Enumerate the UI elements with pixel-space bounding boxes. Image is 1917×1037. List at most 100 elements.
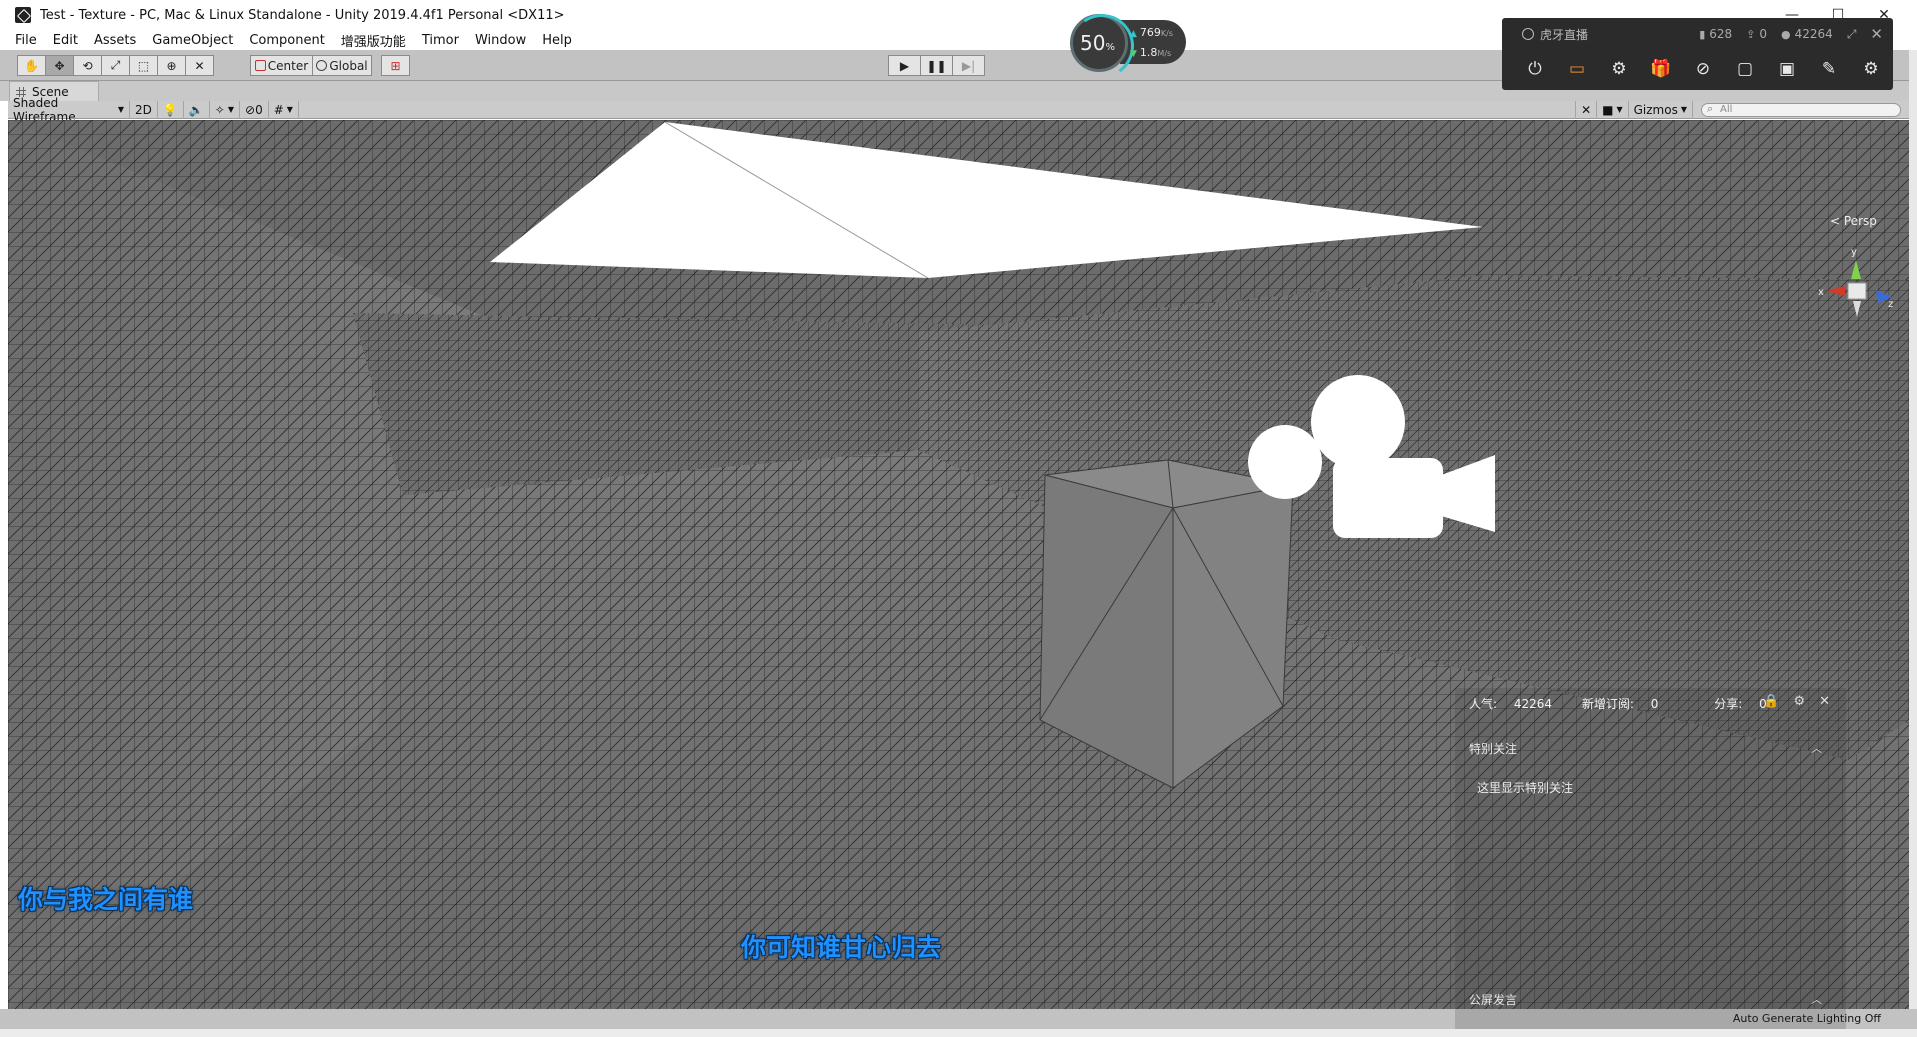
toggle-2d-button[interactable]: 2D: [130, 100, 158, 119]
scene-toolbar-right: ✕ ■▼ Gizmos▼ All: [1575, 100, 1909, 119]
huya-brand-label: 虎牙直播: [1540, 27, 1589, 42]
subscriptions-stat: 新增订阅: 0: [1582, 697, 1672, 711]
gizmos-dropdown[interactable]: Gizmos ▼: [1629, 100, 1693, 119]
draw-mode-dropdown[interactable]: Shaded Wireframe ▼: [8, 96, 130, 124]
screen-settings-icon[interactable]: ⚙: [1598, 54, 1640, 84]
eye-off-icon: ⊘: [245, 102, 256, 117]
huya-stat-share: ⇪ 0: [1746, 27, 1767, 41]
share-label: 分享:: [1714, 697, 1743, 711]
grid-toggle-icon[interactable]: # ▼: [269, 100, 299, 119]
user-icon: ●: [1781, 27, 1791, 41]
right-scrollbar[interactable]: [1909, 50, 1917, 1009]
record-icon[interactable]: ▣: [1766, 54, 1808, 84]
pivot-global-button[interactable]: Global: [312, 55, 372, 76]
step-button[interactable]: ▶|: [952, 55, 985, 76]
upload-arrow-icon: ▲: [1130, 29, 1137, 39]
menu-timor[interactable]: Timor: [414, 33, 467, 48]
popularity-stat: 人气: 42264: [1469, 697, 1565, 711]
gizmos-label: Gizmos: [1633, 102, 1678, 117]
chat-icon[interactable]: ▭: [1556, 54, 1598, 84]
hidden-count: 0: [255, 102, 263, 117]
pivot-center-button[interactable]: Center: [250, 55, 313, 76]
axis-center-cube[interactable]: [1847, 282, 1867, 300]
axis-x-cone[interactable]: [1826, 286, 1845, 296]
search-placeholder: All: [1720, 104, 1733, 115]
lighting-toggle-icon[interactable]: 💡: [158, 100, 184, 119]
dropdown-arrow-icon: ▼: [117, 105, 124, 114]
settings-icon[interactable]: ⚙: [1850, 54, 1892, 84]
globe-icon: [316, 60, 328, 71]
huya-stat-users-value: 42264: [1794, 27, 1833, 41]
custom-tool-icon[interactable]: ✕: [185, 55, 214, 76]
lock-icon[interactable]: 🔒: [1763, 694, 1779, 709]
settings-icon[interactable]: ⚙: [1793, 694, 1805, 709]
lyric-line-left: 你与我之间有谁: [18, 885, 194, 914]
transform-tools: ✋ ✥ ⟲ ⤢ ⬚ ⊕ ✕: [17, 55, 214, 76]
camera-icon: ■: [1602, 102, 1614, 117]
menu-assets[interactable]: Assets: [86, 33, 144, 48]
cpu-percent-unit: %: [1105, 42, 1115, 53]
axis-neg-y-cone[interactable]: [1853, 301, 1861, 317]
subscriptions-value: 0: [1650, 697, 1659, 711]
menu-file[interactable]: File: [0, 33, 45, 48]
public-chat-title: 公屏发言: [1469, 993, 1518, 1007]
menu-edit[interactable]: Edit: [45, 33, 86, 48]
special-follow-hint: 这里显示特别关注: [1477, 781, 1574, 795]
huya-close-icon[interactable]: ✕: [1870, 25, 1883, 43]
pivot-tools: Center Global: [250, 55, 372, 76]
pause-button[interactable]: ❚❚: [920, 55, 953, 76]
subscriptions-label: 新增订阅:: [1581, 697, 1634, 711]
scene-search-input[interactable]: All: [1701, 102, 1901, 117]
camera-dropdown[interactable]: ■ ▼: [1597, 100, 1629, 119]
menu-gameobject[interactable]: GameObject: [144, 33, 241, 48]
bar-chart-icon: ▮: [1699, 27, 1706, 41]
dropdown-arrow-icon: ▼: [1680, 105, 1687, 114]
tools-icon[interactable]: ✕: [1575, 100, 1598, 119]
audio-toggle-icon[interactable]: 🔈: [184, 100, 210, 119]
live-stats-controls: 🔒 ⚙ ✕: [1763, 694, 1830, 709]
tools-icon[interactable]: ✎: [1808, 54, 1850, 84]
rotate-tool-icon[interactable]: ⟲: [73, 55, 102, 76]
chevron-up-icon[interactable]: ︿: [1811, 991, 1822, 1007]
cpu-percent-value: 50: [1080, 31, 1106, 55]
snap-grid-icon[interactable]: ⊞: [381, 55, 410, 76]
popularity-value: 42264: [1513, 697, 1553, 711]
hand-tool-icon[interactable]: ✋: [17, 55, 46, 76]
orientation-gizmo[interactable]: y x z: [1818, 245, 1898, 355]
network-speed-widget[interactable]: 50% ▲ 769K/s ▼ 1.8M/s: [1070, 14, 1188, 72]
move-tool-icon[interactable]: ✥: [45, 55, 74, 76]
mute-icon[interactable]: ⊘: [1682, 54, 1724, 84]
lyric-line-middle: 你可知谁甘心归去: [741, 933, 942, 962]
play-controls: ▶ ❚❚ ▶|: [888, 55, 985, 76]
huya-stat-share-value: 0: [1759, 27, 1768, 41]
menu-window[interactable]: Window: [467, 33, 534, 48]
axis-x-label: x: [1818, 287, 1824, 298]
menu-enhanced[interactable]: 增强版功能: [333, 31, 414, 50]
popularity-label: 人气:: [1469, 697, 1498, 711]
upload-value: 769: [1139, 26, 1161, 39]
share-icon: ⇪: [1746, 27, 1756, 41]
pin-icon[interactable]: ⤢: [1847, 27, 1857, 42]
hidden-objects-toggle[interactable]: ⊘ 0: [240, 100, 269, 119]
power-icon[interactable]: ⏻: [1514, 54, 1556, 84]
menu-component[interactable]: Component: [241, 33, 332, 48]
chevron-up-icon[interactable]: ︿: [1811, 740, 1822, 756]
projection-label[interactable]: < Persp: [1830, 214, 1877, 228]
pivot-icon: [254, 60, 266, 71]
rect-tool-icon[interactable]: ⬚: [129, 55, 158, 76]
menu-help[interactable]: Help: [534, 33, 580, 48]
huya-stream-panel: 虎牙直播 ▮ 628 ⇪ 0 ● 42264 ⤢ ✕ ⏻ ▭ ⚙ 🎁 ⊘ ▢ ▣ ✎ …: [1502, 18, 1893, 90]
huya-stat-users: ● 42264: [1781, 27, 1833, 41]
download-rate: ▼ 1.8M/s: [1130, 46, 1171, 59]
scale-tool-icon[interactable]: ⤢: [101, 55, 130, 76]
close-icon[interactable]: ✕: [1819, 694, 1830, 709]
huya-brand: 虎牙直播: [1522, 26, 1588, 43]
download-unit: M/s: [1157, 49, 1172, 58]
axis-y-cone[interactable]: [1851, 260, 1861, 279]
play-button[interactable]: ▶: [888, 55, 921, 76]
effects-toggle-icon[interactable]: ✧ ▼: [210, 100, 240, 119]
transform-tool-icon[interactable]: ⊕: [157, 55, 186, 76]
camera-icon[interactable]: ▢: [1724, 54, 1766, 84]
gift-icon[interactable]: 🎁: [1640, 54, 1682, 84]
axis-y-label: y: [1851, 247, 1857, 258]
